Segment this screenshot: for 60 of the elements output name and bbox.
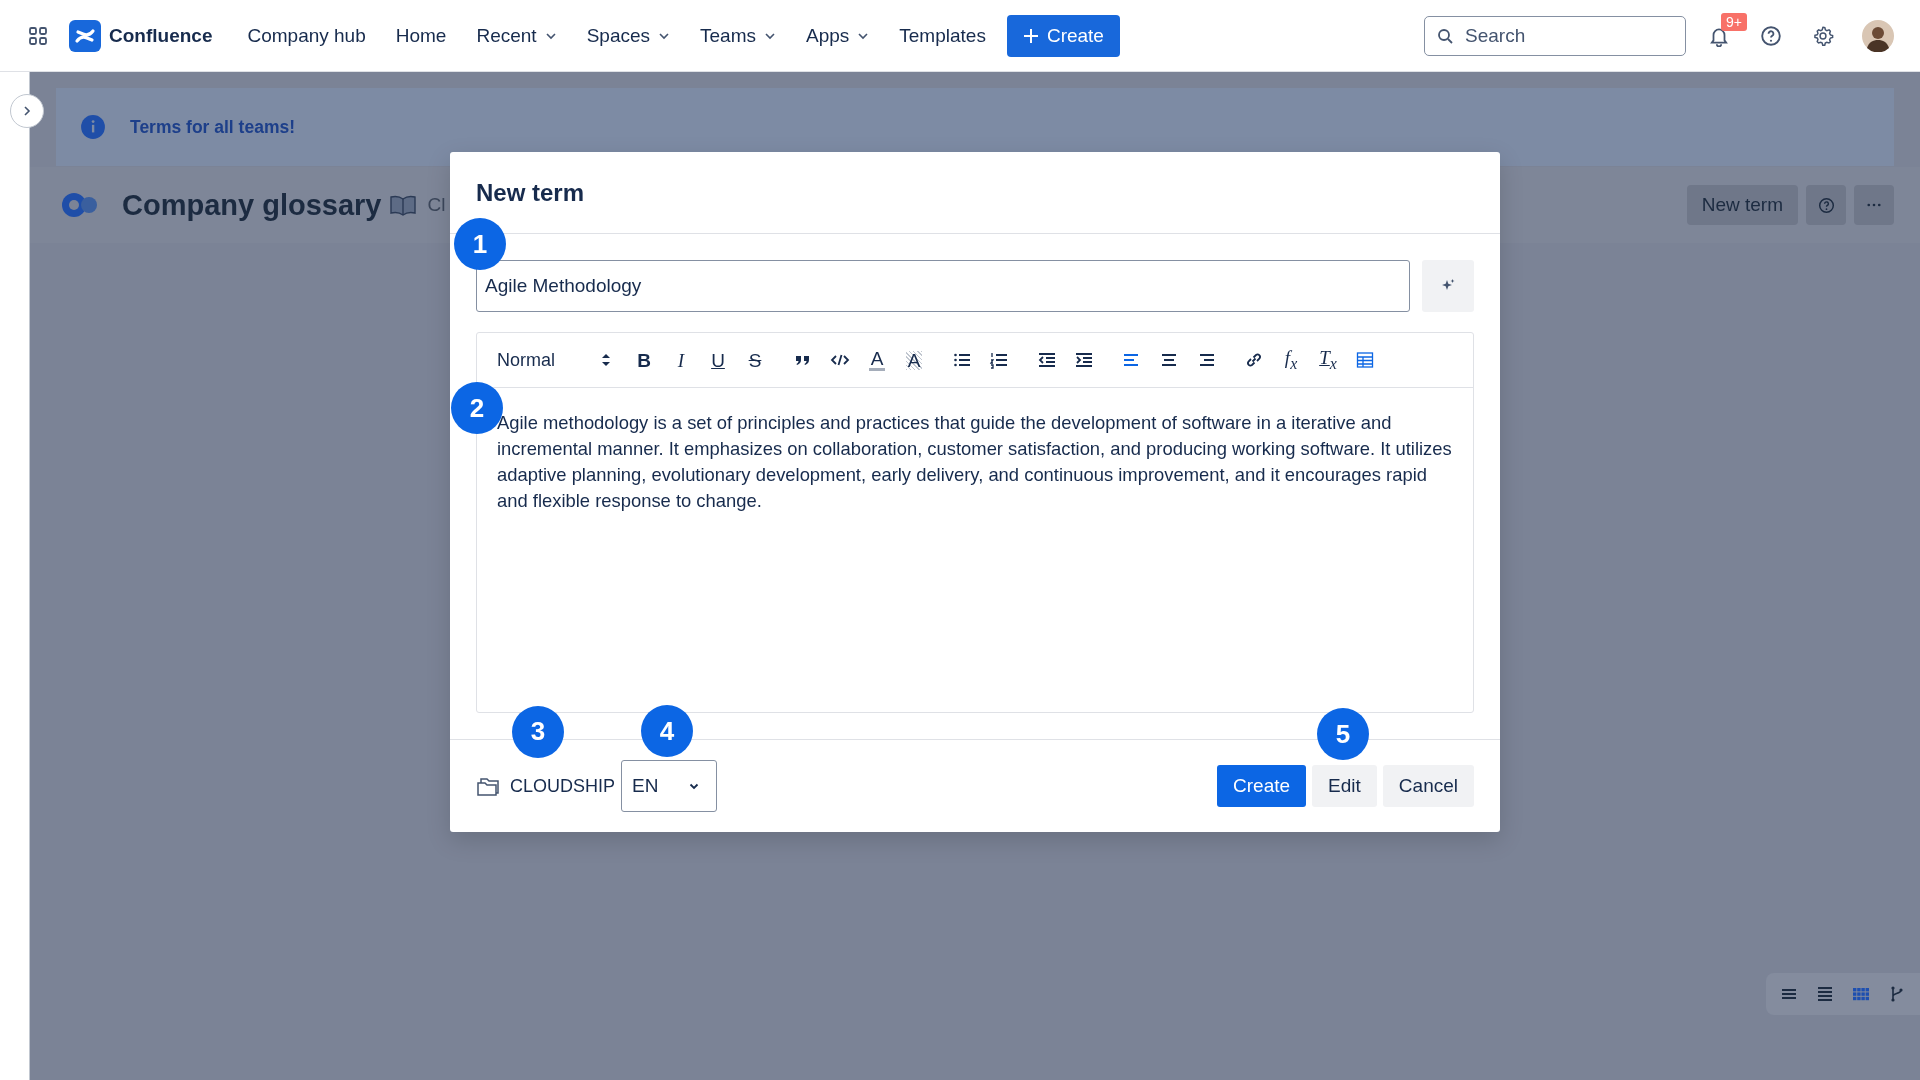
dialog-button[interactable]: Cancel [1382,765,1474,807]
formula-button[interactable]: f$_{x}$ [1276,345,1306,375]
dialog-button[interactable]: Edit [1312,765,1377,807]
term-definition[interactable]: Agile methodology is a set of principles and practices that guide the development of software in a iterative and incremental manner. It emphasizes on collaboration, customer satisfaction, and producing working software. It utilizes adaptive planning, evolutionary development, early delivery, and continuous improvement, and it encourages rapid and flexible response to change. [497,410,1453,514]
underline-button[interactable]: U [703,345,733,375]
space-name: CLOUDSHIP [510,775,616,797]
text-style-dropdown[interactable]: Normal [497,349,611,371]
help-icon [1817,196,1835,214]
create-button[interactable]: Create [1006,14,1120,57]
more-icon [1867,203,1881,207]
banner-text: Terms for all teams! [130,116,295,138]
nav-item[interactable]: Home [380,24,462,47]
avatar[interactable] [1862,19,1894,52]
link-icon [1244,350,1264,370]
step-marker: 4 [641,705,694,757]
strike-button[interactable]: S [740,345,770,375]
help-button[interactable] [1806,185,1846,225]
glossary-logo-icon [60,191,100,219]
folder-icon [476,776,500,796]
step-marker: 5 [1317,708,1370,760]
indent-icon [1074,350,1094,370]
create-term-button[interactable]: Create [1217,765,1307,807]
bold-button[interactable]: B [629,345,659,375]
settings-icon[interactable] [1812,24,1834,47]
expand-sidebar-button[interactable] [10,94,44,128]
list-view-button[interactable] [1816,985,1834,1003]
step-marker: 3 [512,705,564,758]
product-name[interactable]: Confluence [109,24,213,47]
page-title: Company glossary [122,188,382,222]
page-subtitle: Cl [427,194,446,216]
app-switcher-icon[interactable] [28,25,48,46]
step-marker: 1 [454,218,506,270]
search-field[interactable]: Search [1424,15,1686,56]
info-icon [80,114,106,140]
clear-button[interactable]: T$_{x}$ [1313,345,1343,375]
grid-view-icon [1852,985,1870,1003]
list-view-icon [1816,985,1834,1003]
notification-count: 9+ [1721,12,1747,31]
term-input[interactable]: Agile Methodology [476,260,1410,312]
plus-icon [1022,27,1039,44]
book-icon [389,194,418,216]
table-icon [1355,350,1375,370]
nav-item[interactable]: Apps [791,24,885,47]
search-icon [1437,27,1453,44]
nav-item[interactable]: Recent [461,24,572,47]
help-icon[interactable] [1760,24,1782,47]
italic-button[interactable]: I [666,345,696,375]
nav-item[interactable]: Company hub [232,24,381,47]
language-dropdown[interactable]: EN [621,760,718,812]
chevron-right-icon [21,105,33,117]
sort-arrows-icon [601,353,611,367]
nav-item[interactable]: Templates [884,24,1001,47]
confluence-logo-icon[interactable] [69,19,101,52]
color-button[interactable]: A [862,345,892,375]
nav-item[interactable]: Teams [685,24,791,47]
nav-item[interactable]: Spaces [571,24,685,47]
dialog-title: New term [476,178,585,207]
highlight-button[interactable]: A [899,345,929,375]
outdent-icon [1037,350,1057,370]
numbered-icon [989,350,1009,370]
